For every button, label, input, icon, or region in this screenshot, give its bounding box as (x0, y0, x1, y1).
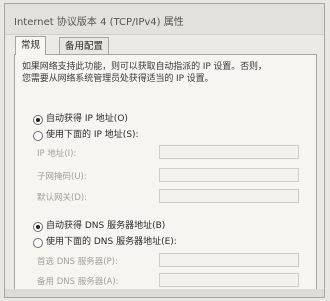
radio-button-icon[interactable] (33, 131, 43, 141)
radio-manual-dns-label: 使用下面的 DNS 服务器地址(E): (46, 237, 177, 247)
default-gateway-field (159, 189, 299, 203)
dialog-title: Internet 协议版本 4 (TCP/IPv4) 属性 (14, 17, 184, 28)
radio-button-icon[interactable] (33, 222, 43, 232)
default-gateway-label: 默认网关(D): (37, 193, 88, 203)
radio-auto-dns-label: 自动获得 DNS 服务器地址(B) (46, 221, 166, 231)
alternate-dns-field (159, 273, 299, 287)
preferred-dns-field (159, 253, 299, 267)
ip-address-field (159, 145, 299, 159)
radio-button-icon[interactable] (33, 115, 43, 125)
radio-auto-ip-label: 自动获得 IP 地址(O) (46, 114, 128, 124)
subnet-mask-field (159, 168, 299, 182)
subnet-mask-label: 子网掩码(U): (37, 172, 87, 182)
ipv4-properties-dialog: Internet 协议版本 4 (TCP/IPv4) 属性 常规 备用配置 如果… (4, 3, 325, 298)
alternate-dns-label: 备用 DNS 服务器(A): (37, 277, 119, 287)
radio-manual-ip-label: 使用下面的 IP 地址(S): (46, 130, 139, 140)
tab-general[interactable]: 常规 (15, 36, 47, 55)
tab-alternate-configuration[interactable]: 备用配置 (59, 37, 110, 54)
general-tab-panel: 如果网络支持此功能，则可以获取自动指派的 IP 设置。否则， 您需要从网络系统管… (14, 54, 317, 294)
radio-button-icon[interactable] (33, 238, 43, 248)
dialog-bottom-edge (5, 289, 324, 297)
preferred-dns-label: 首选 DNS 服务器(P): (37, 257, 118, 267)
description-text: 如果网络支持此功能，则可以获取自动指派的 IP 设置。否则， 您需要从网络系统管… (22, 62, 267, 84)
ip-address-label: IP 地址(I): (37, 149, 77, 159)
title-bar: Internet 协议版本 4 (TCP/IPv4) 属性 (5, 4, 324, 35)
